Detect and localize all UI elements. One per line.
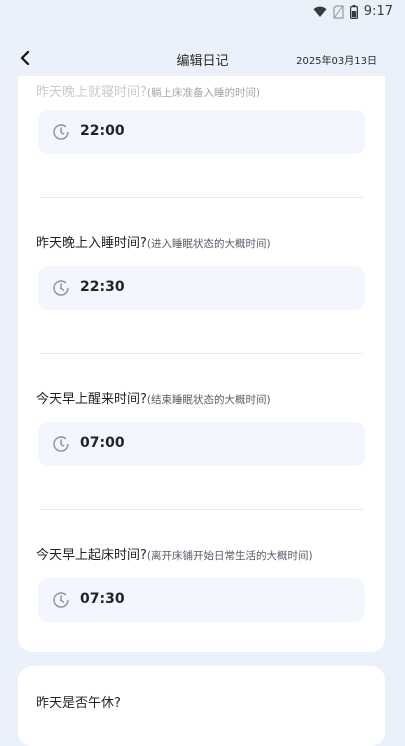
- question-title: 昨天晚上就寝时间?(躺上床准备入睡的时间): [36, 81, 260, 100]
- wifi-icon: [313, 6, 327, 17]
- question-title: 今天早上起床时间?(离开床铺开始日常生活的大概时间): [36, 544, 313, 563]
- question-label: 昨天晚上就寝时间?: [36, 85, 147, 100]
- clock-icon: [53, 592, 69, 608]
- divider: [40, 509, 363, 510]
- question-label: 昨天晚上入睡时间?: [36, 236, 147, 251]
- question-label: 今天早上醒来时间?: [36, 392, 147, 407]
- question-label: 今天早上起床时间?: [36, 548, 147, 563]
- clock-icon: [53, 280, 69, 296]
- time-value: 07:30: [80, 591, 125, 607]
- clock-icon: [53, 436, 69, 452]
- battery-icon: [349, 4, 358, 19]
- question-title: 今天早上醒来时间?(结束睡眠状态的大概时间): [36, 388, 271, 407]
- time-picker[interactable]: 07:30: [38, 578, 365, 622]
- diary-date[interactable]: 2025年03月13日: [296, 52, 377, 67]
- question-hint: (进入睡眠状态的大概时间): [146, 238, 271, 250]
- question-hint: (离开床铺开始日常生活的大概时间): [146, 550, 313, 562]
- nav-bar: 编辑日记 2025年03月13日: [0, 40, 405, 76]
- time-picker[interactable]: 22:30: [38, 266, 365, 310]
- sleep-times-card: 昨天晚上就寝时间?(躺上床准备入睡的时间) 22:00 昨天晚上入睡时间?(进入…: [18, 76, 385, 652]
- time-picker[interactable]: 07:00: [38, 422, 365, 466]
- divider: [40, 353, 363, 354]
- time-value: 07:00: [80, 435, 125, 451]
- clock-icon: [53, 124, 69, 140]
- nap-question-title: 昨天是否午休?: [36, 696, 121, 711]
- status-bar: 9:17: [0, 0, 405, 26]
- sim-icon: [333, 4, 344, 19]
- divider: [40, 197, 363, 198]
- question-hint: (结束睡眠状态的大概时间): [146, 394, 271, 406]
- question-title: 昨天晚上入睡时间?(进入睡眠状态的大概时间): [36, 232, 271, 251]
- time-picker[interactable]: 22:00: [38, 110, 365, 154]
- status-time: 9:17: [363, 4, 393, 19]
- time-value: 22:00: [80, 123, 125, 139]
- status-icons: 9:17: [313, 4, 393, 19]
- nap-card: 昨天是否午休?: [18, 666, 385, 746]
- time-value: 22:30: [80, 279, 125, 295]
- question-hint: (躺上床准备入睡的时间): [146, 87, 261, 99]
